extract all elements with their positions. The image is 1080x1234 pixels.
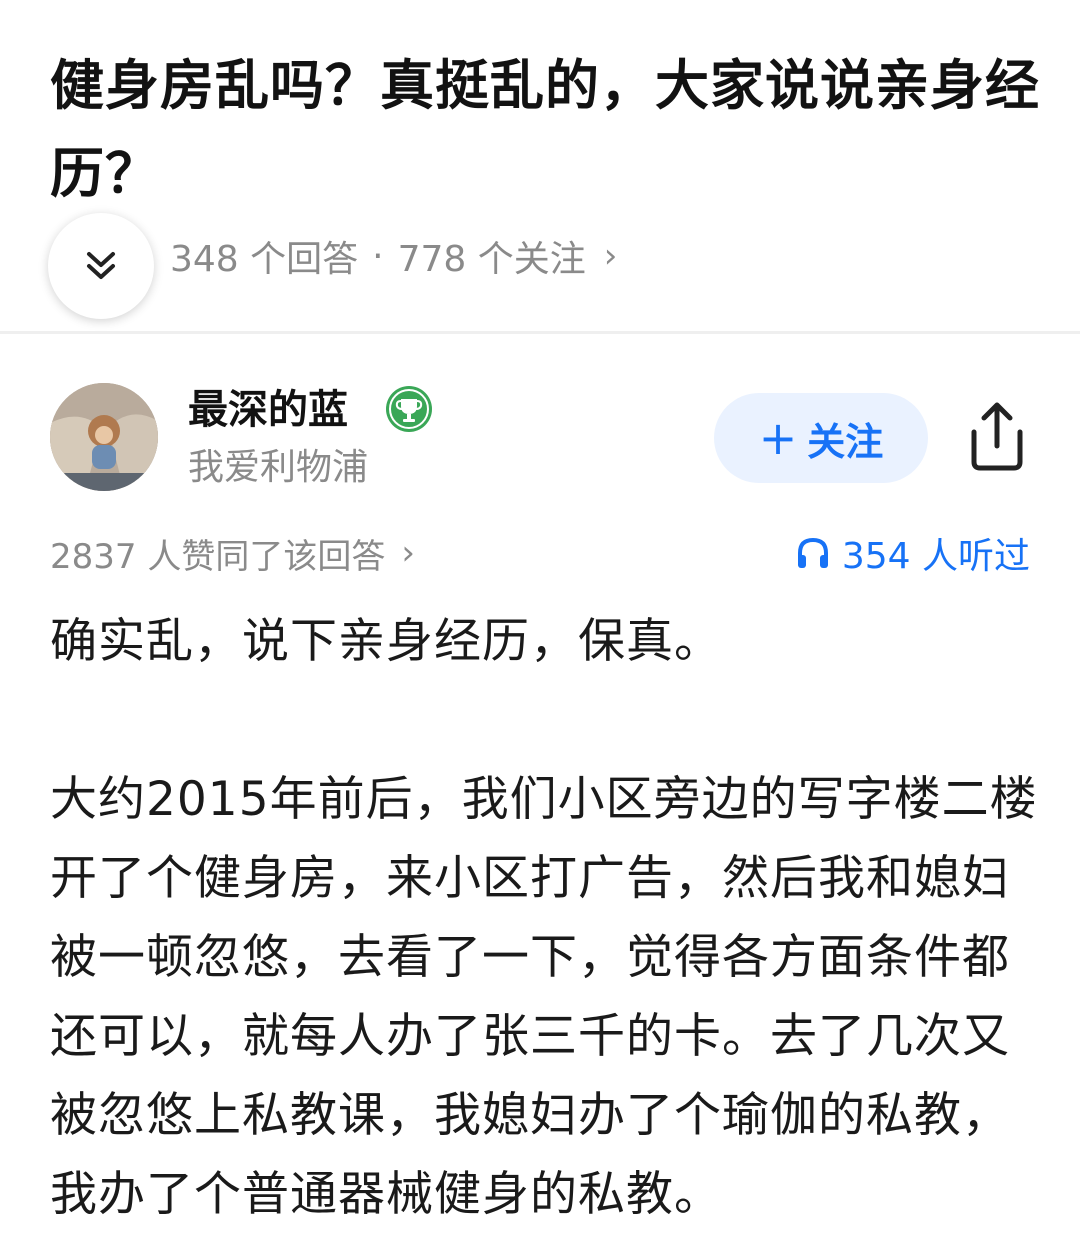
chevron-right-icon: › xyxy=(401,533,415,573)
listen-count-text: 354 人听过 xyxy=(841,536,1030,577)
headphones-icon xyxy=(797,537,828,568)
author-avatar[interactable] xyxy=(50,383,158,491)
follow-button[interactable]: + 关注 xyxy=(714,393,928,483)
answer-paragraph: 大约2015年前后，我们小区旁边的写字楼二楼开了个健身房，来小区打广告，然后我和… xyxy=(50,772,1038,1222)
author-bio: 我爱利物浦 xyxy=(188,447,369,488)
stats-separator: · xyxy=(372,235,384,277)
vote-count-text: 2837 人赞同了该回答 xyxy=(50,536,386,577)
double-chevron-down-icon xyxy=(87,252,115,279)
chevron-right-icon: › xyxy=(603,236,618,276)
follow-label: 关注 xyxy=(807,419,884,464)
plus-icon: + xyxy=(758,411,798,465)
answer-body: 确实乱，说下亲身经历，保真。 大约2015年前后，我们小区旁边的写字楼二楼开了个… xyxy=(50,602,1040,1234)
share-icon[interactable] xyxy=(962,398,1032,472)
vote-count[interactable]: 2837 人赞同了该回答 › xyxy=(50,525,415,581)
listen-count[interactable]: 354 人听过 xyxy=(794,525,1030,581)
section-divider xyxy=(0,331,1080,334)
trophy-badge-icon xyxy=(386,386,432,432)
avatar-image xyxy=(50,383,158,491)
question-stats[interactable]: 348 个回答 · 778 个关注 › xyxy=(170,228,617,284)
author-name[interactable]: 最深的蓝 xyxy=(188,382,348,438)
question-title: 健身房乱吗？真挺乱的，大家说说亲身经历？ xyxy=(50,54,1040,205)
followers-count: 778 个关注 xyxy=(397,239,586,280)
collapse-button[interactable] xyxy=(48,213,154,319)
answers-count: 348 个回答 xyxy=(170,239,359,280)
answer-paragraph: 确实乱，说下亲身经历，保真。 xyxy=(50,614,722,669)
